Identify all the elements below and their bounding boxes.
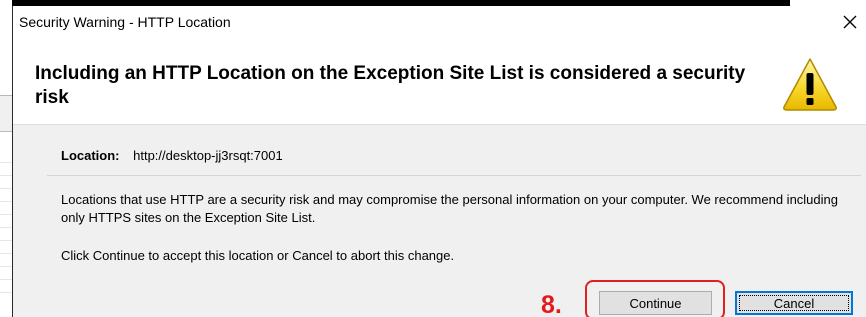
dialog-body: Location: http://desktop-jj3rsqt:7001 Lo… bbox=[13, 125, 866, 317]
dialog-title: Security Warning - HTTP Location bbox=[19, 14, 231, 30]
location-value: http://desktop-jj3rsqt:7001 bbox=[133, 148, 283, 163]
screenshot-stage: Security Warning - HTTP Location Includi… bbox=[0, 0, 866, 317]
location-label: Location: bbox=[61, 148, 120, 163]
close-icon bbox=[843, 15, 857, 29]
risk-description: Locations that use HTTP are a security r… bbox=[61, 192, 838, 225]
divider bbox=[47, 175, 861, 176]
warning-triangle-icon bbox=[783, 58, 837, 111]
background-window-list bbox=[0, 150, 12, 300]
security-warning-dialog: Security Warning - HTTP Location Includi… bbox=[12, 6, 866, 317]
location-row: Location: http://desktop-jj3rsqt:7001 bbox=[61, 148, 283, 163]
dialog-titlebar[interactable]: Security Warning - HTTP Location bbox=[13, 6, 866, 38]
step-number-annotation: 8. bbox=[541, 291, 562, 317]
instruction-text: Click Continue to accept this location o… bbox=[61, 248, 455, 263]
dialog-header: Including an HTTP Location on the Except… bbox=[13, 38, 866, 125]
background-window-strip bbox=[0, 95, 12, 132]
continue-button[interactable]: Continue bbox=[599, 291, 712, 315]
warning-headline: Including an HTTP Location on the Except… bbox=[35, 63, 746, 108]
cancel-button[interactable]: Cancel bbox=[735, 291, 853, 315]
close-button[interactable] bbox=[833, 6, 866, 38]
focus-ring bbox=[739, 295, 849, 311]
